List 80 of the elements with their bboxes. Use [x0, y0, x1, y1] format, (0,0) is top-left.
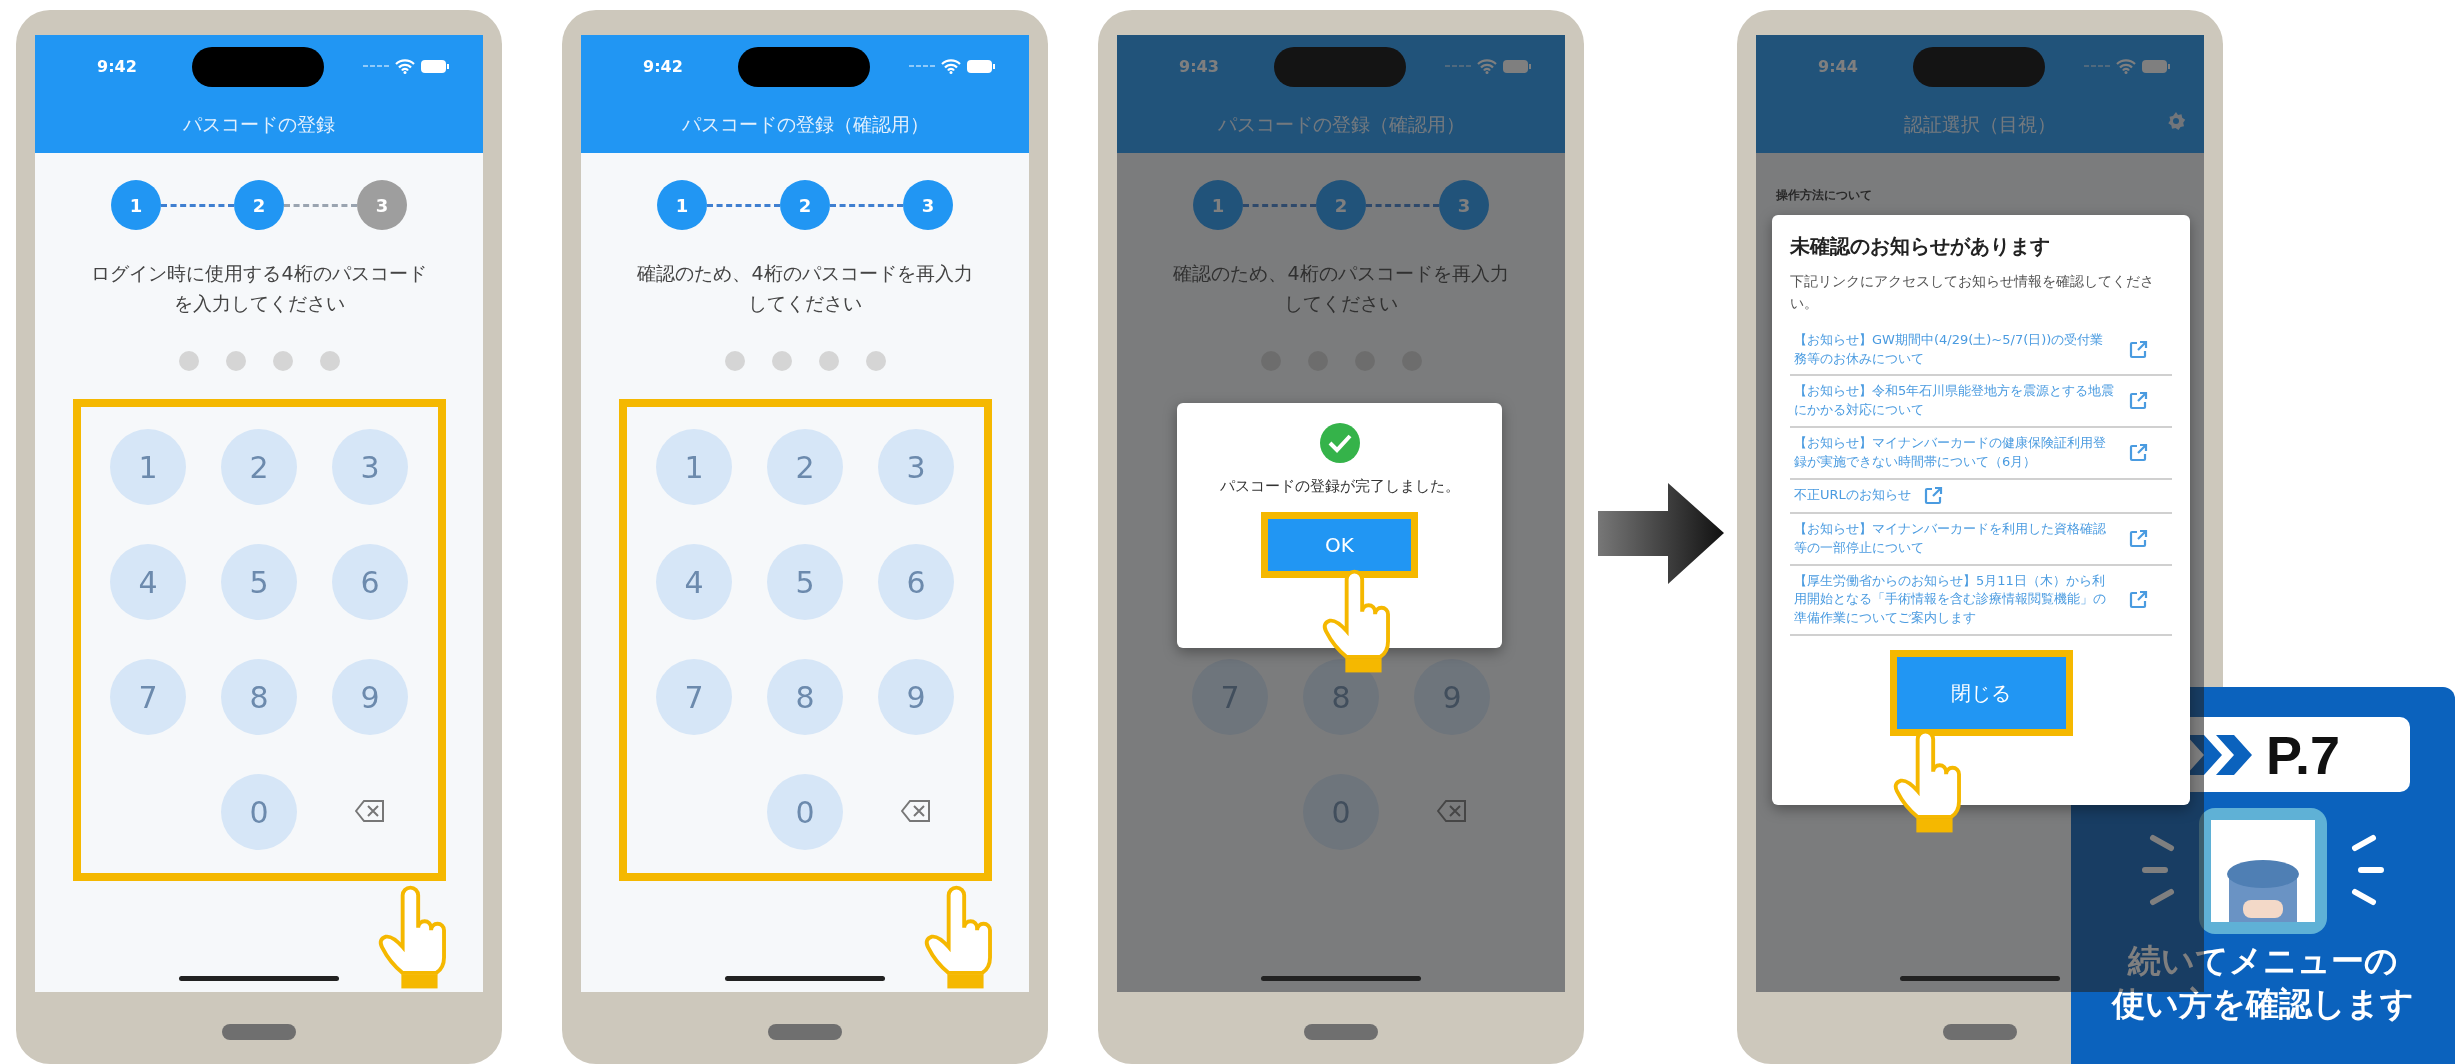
success-check-icon	[1319, 423, 1360, 463]
digit-key[interactable]: 2	[767, 429, 843, 506]
digit-key[interactable]: 8	[221, 659, 297, 736]
step-indicator: 1	[1193, 180, 1243, 230]
digit-key[interactable]: 4	[110, 544, 186, 621]
step-indicator: 1	[111, 180, 161, 230]
external-link-icon[interactable]	[1922, 485, 1943, 506]
digit-key[interactable]: 5	[767, 544, 843, 621]
instruction-text: ログイン時に使用する4桁のパスコードを入力してください	[90, 261, 428, 317]
signal-icon	[363, 63, 389, 69]
digit-key[interactable]: 7	[110, 659, 186, 736]
battery-icon	[2142, 59, 2170, 73]
screen-title: パスコードの登録	[183, 112, 335, 137]
section-label: 操作方法について	[1776, 187, 1872, 204]
digit-key[interactable]: 3	[878, 429, 954, 506]
digit-key[interactable]: 7	[656, 659, 732, 736]
page-number: P.7	[2265, 723, 2341, 786]
external-link-icon[interactable]	[2128, 589, 2148, 610]
step-indicator: 1	[657, 180, 707, 230]
digit-key[interactable]: 6	[332, 544, 408, 621]
step-indicator: 3	[903, 180, 953, 230]
caption-line: 使い方を確認します	[2112, 982, 2414, 1025]
screen-title: 認証選択（目視）	[1904, 112, 2056, 137]
step-indicator: 3	[357, 180, 407, 230]
external-link-icon[interactable]	[2128, 339, 2148, 360]
battery-icon	[421, 59, 449, 73]
digit-key[interactable]: 2	[221, 429, 297, 506]
step-indicator: 2	[1316, 180, 1366, 230]
digit-key[interactable]: 3	[332, 429, 408, 506]
dialog-title: 未確認のお知らせがあります	[1790, 233, 2051, 260]
backspace-icon	[901, 799, 931, 822]
delete-key[interactable]	[355, 799, 385, 825]
battery-icon	[967, 59, 995, 73]
digit-key[interactable]: 9	[878, 659, 954, 736]
digit-key[interactable]: 5	[221, 544, 297, 621]
notice-link[interactable]: 【厚生労働省からのお知らせ】5月11日（木）から利用開始となる「手術情報を含む診療情報閲覧機能」の準備作業についてご案内します	[1794, 571, 2116, 629]
backspace-icon	[355, 799, 385, 822]
digit-key[interactable]: 1	[656, 429, 732, 506]
wifi-icon	[395, 58, 415, 74]
notice-link[interactable]: 【お知らせ】令和5年石川県能登地方を震源とする地震にかかる対応について	[1794, 382, 2116, 421]
external-link-icon[interactable]	[2128, 528, 2148, 549]
wifi-icon	[941, 58, 961, 74]
right-arrow-icon	[1597, 483, 1724, 584]
step-indicator: 2	[780, 180, 830, 230]
status-time: 9:44	[1818, 56, 1858, 76]
dialog-message: 下記リンクにアクセスしてお知らせ情報を確認してください。	[1790, 272, 2155, 314]
wifi-icon	[2116, 58, 2136, 74]
digit-key[interactable]: 6	[878, 544, 954, 621]
digit-key[interactable]: 0	[221, 774, 297, 851]
wifi-icon	[1477, 58, 1497, 74]
notice-link[interactable]: 【お知らせ】マイナンバーカードの健康保険証利用登録が実施できない時間帯について（6月）	[1794, 434, 2116, 472]
step-indicator: 2	[234, 180, 284, 230]
status-time: 9:42	[97, 56, 137, 76]
digit-key[interactable]: 9	[332, 659, 408, 736]
caption-line: 続いてメニューの	[2128, 940, 2398, 982]
status-time: 9:42	[643, 56, 683, 76]
external-link-icon[interactable]	[2128, 391, 2148, 412]
instruction-text: 確認のため、4桁のパスコードを再入力してください	[1172, 261, 1510, 317]
digit-key[interactable]: 4	[656, 544, 732, 621]
battery-icon	[1503, 59, 1531, 73]
backspace-icon	[1437, 799, 1467, 822]
dialog-button[interactable]: 閉じる	[1896, 657, 2066, 730]
digit-key[interactable]: 0	[767, 774, 843, 851]
notice-link[interactable]: 【お知らせ】マイナンバーカードを利用した資格確認等の一部停止について	[1794, 519, 2116, 558]
digit-key[interactable]: 8	[767, 659, 843, 736]
digit-key[interactable]: 1	[110, 429, 186, 506]
signal-icon	[909, 63, 935, 69]
external-link-icon[interactable]	[2128, 443, 2148, 463]
step-indicator: 3	[1439, 180, 1489, 230]
delete-key[interactable]	[1437, 799, 1467, 825]
settings-icon[interactable]	[2166, 111, 2186, 131]
screen-title: パスコードの登録（確認用）	[681, 112, 929, 137]
delete-key[interactable]	[901, 799, 931, 825]
status-time: 9:43	[1179, 56, 1219, 76]
notice-link[interactable]: 【お知らせ】GW期間中(4/29(土)~5/7(日))の受付業務等のお休みについて	[1794, 330, 2116, 369]
screen-title: パスコードの登録（確認用）	[1217, 112, 1465, 137]
dialog-button[interactable]: OK	[1268, 519, 1411, 571]
dialog-message: パスコードの登録が完了しました。	[1219, 477, 1460, 496]
instruction-text: 確認のため、4桁のパスコードを再入力してください	[636, 261, 974, 317]
notice-link[interactable]: 不正URLのお知らせ	[1794, 486, 1911, 506]
